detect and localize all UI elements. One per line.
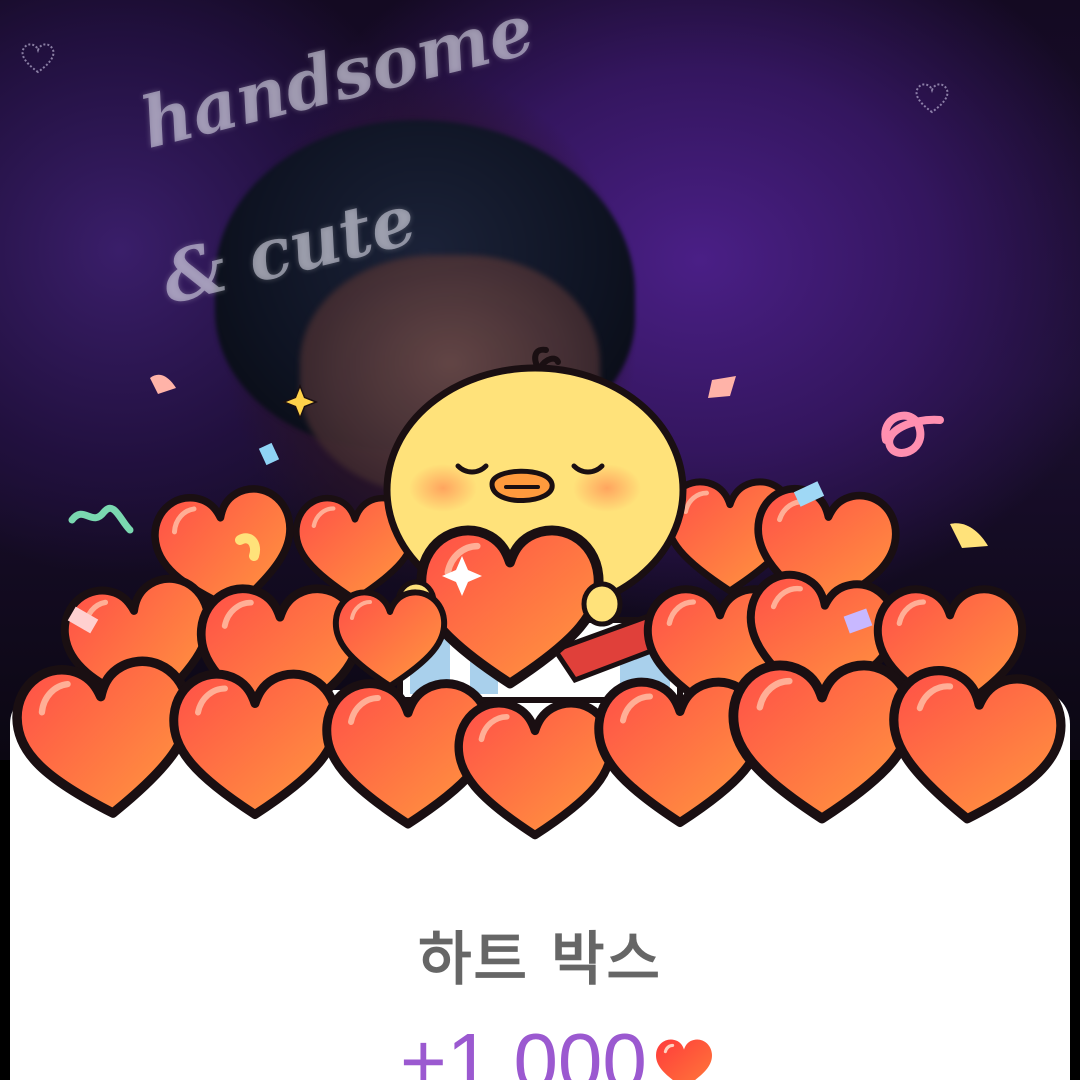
photo-overlay-line2: & cute [153,177,424,321]
heart-outline-icon [915,83,949,114]
heart-box-illustration [0,346,1080,860]
reward-screen: handsome & cute 하트 박스 +1,000 [0,0,1080,1080]
reward-amount: +1,000 [400,1022,715,1080]
heart-icon [656,1039,712,1080]
heart-outline-icon [21,43,55,74]
reward-title: 하트 박스 [418,925,662,993]
photo-overlay-line1: handsome [132,0,542,165]
reward-amount-value: +1,000 [400,1017,647,1080]
